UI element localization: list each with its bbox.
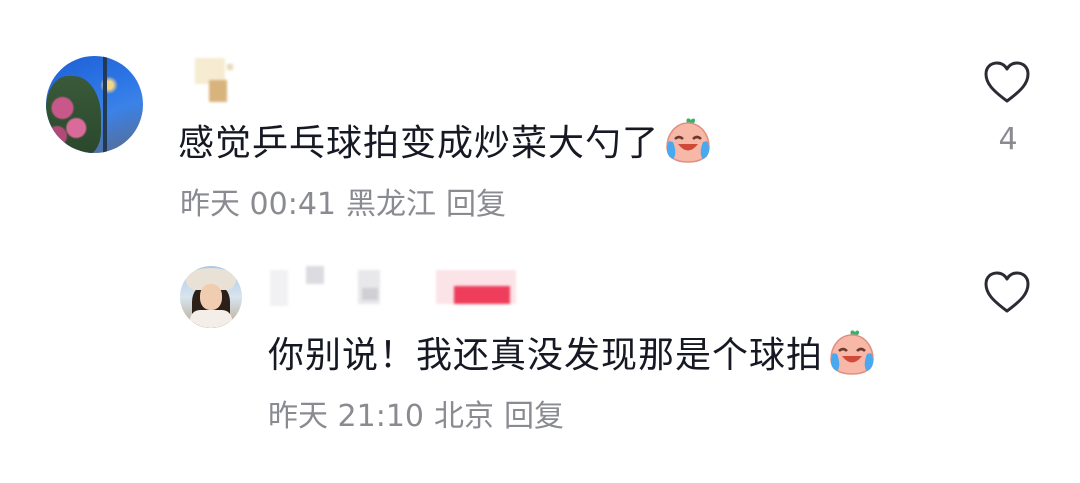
commenter-avatar[interactable] [46, 56, 143, 153]
commenter-username-redacted[interactable] [195, 58, 239, 104]
avatar-face [200, 284, 222, 310]
reply-time: 昨天 21:10 [268, 399, 424, 434]
replier-username-redacted[interactable] [270, 266, 530, 306]
comment-time: 昨天 00:41 [180, 187, 336, 222]
heart-outline-icon[interactable] [982, 268, 1032, 318]
reply-body: 你别说！我还真没发现那是个球拍 [268, 329, 877, 381]
reply-to-reply-button[interactable]: 回复 [504, 399, 564, 434]
like-count: 4 [998, 122, 1018, 157]
reply-button[interactable]: 回复 [446, 187, 506, 222]
reply-text: 你别说！我还真没发现那是个球拍 [268, 335, 824, 376]
avatar-flowers [46, 76, 101, 153]
avatar-lamp-pole [103, 56, 107, 153]
comment-body: 感觉乒乓球拍变成炒菜大勺了 [178, 117, 713, 169]
crying-laughing-face-emoji [666, 118, 710, 163]
avatar-body [190, 310, 232, 328]
reply-location: 北京 [434, 399, 494, 434]
reply-meta: 昨天 21:10 北京 回复 [268, 397, 564, 437]
heart-outline-icon[interactable] [982, 58, 1032, 108]
comment-location: 黑龙江 [346, 187, 436, 222]
comment-meta: 昨天 00:41 黑龙江 回复 [180, 185, 506, 225]
comment-text: 感觉乒乓球拍变成炒菜大勺了 [178, 123, 660, 164]
replier-avatar[interactable] [180, 266, 242, 328]
crying-laughing-face-emoji [830, 330, 874, 375]
